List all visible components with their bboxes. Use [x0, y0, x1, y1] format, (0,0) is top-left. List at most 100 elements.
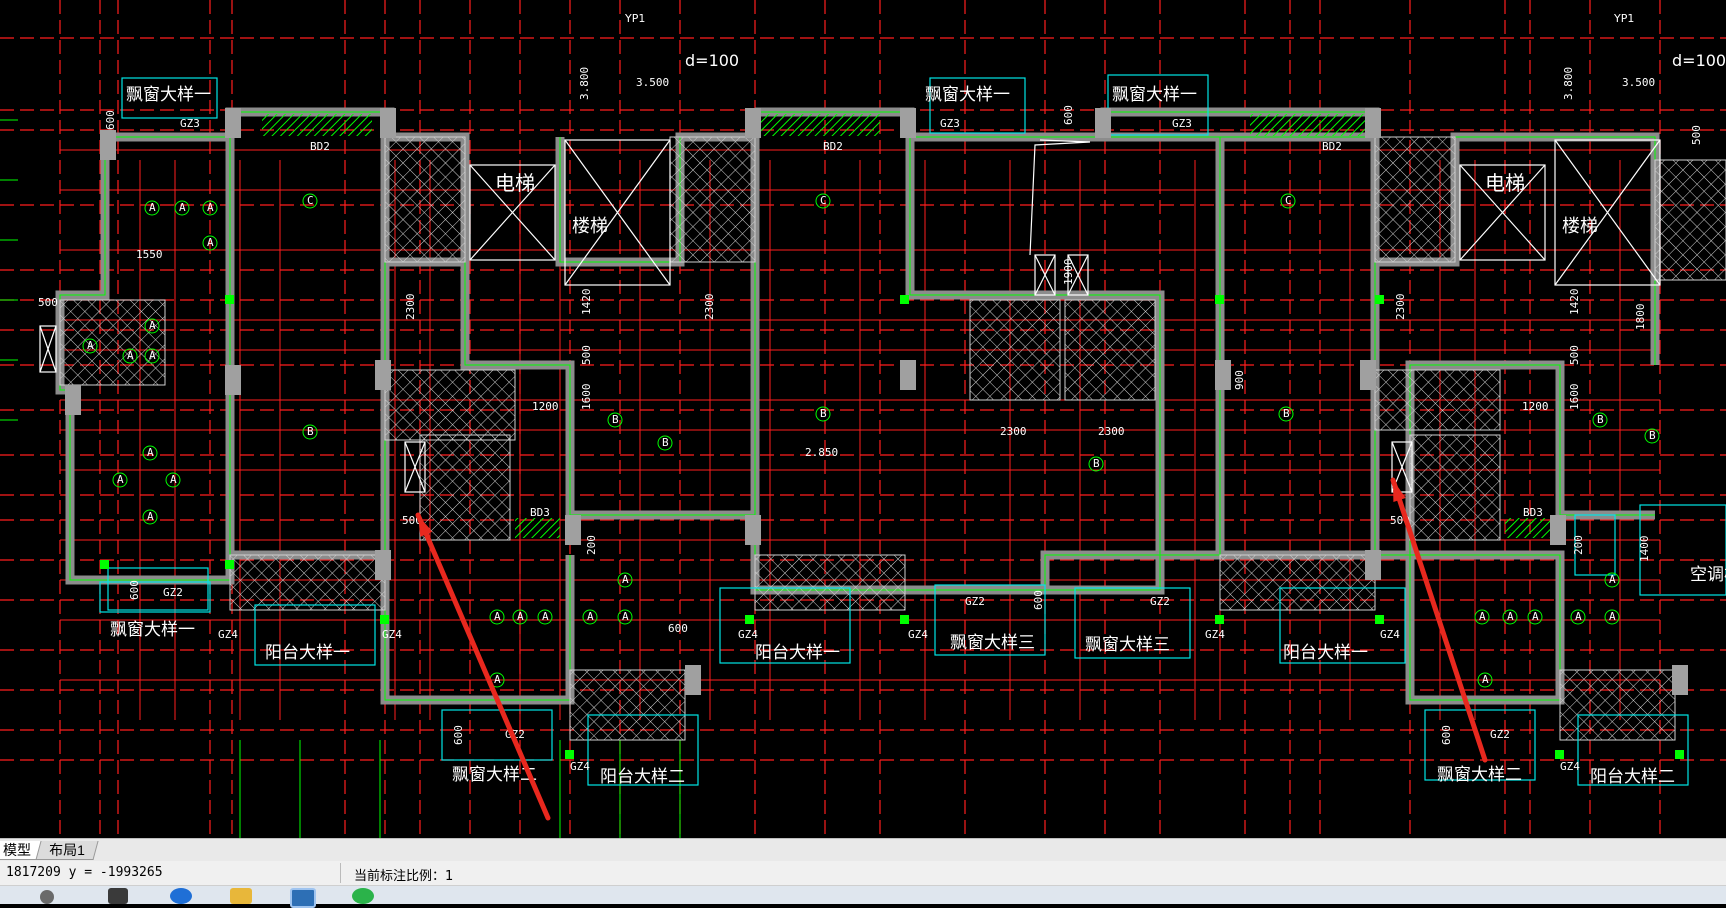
- axis-bubble-label: A: [1609, 573, 1616, 586]
- dimension-text: 600: [668, 622, 688, 635]
- dimension-text: 1420: [1568, 289, 1581, 316]
- member-tag: BD2: [310, 140, 330, 153]
- axis-bubble-label: C: [1285, 194, 1292, 207]
- status-divider: [340, 863, 341, 883]
- ac-panel-label: 空调板: [1690, 565, 1726, 585]
- tab-layout1[interactable]: 布局1: [35, 841, 99, 860]
- bay-window-2-label: 飘窗大样二: [1437, 765, 1522, 785]
- axis-bubble-label: A: [149, 319, 156, 332]
- floor-plan-drawing[interactable]: 飘窗大样一飘窗大样一阳台大样一飘窗大样二 阳台大样二阳台大样一飘窗大样一飘窗大样三…: [0, 0, 1726, 838]
- detail-box: [1107, 74, 1209, 136]
- axis-bubble-label: A: [149, 349, 156, 362]
- member-tag: GZ2: [163, 586, 183, 599]
- dimension-text: 1800: [1634, 304, 1647, 331]
- axis-bubble-label: A: [542, 610, 549, 623]
- member-tag: GZ2: [1490, 728, 1510, 741]
- elevator-label: 电梯: [1485, 171, 1525, 195]
- member-tag: GZ2: [965, 595, 985, 608]
- folder-icon[interactable]: [230, 888, 252, 904]
- hatched-area: [1374, 136, 1456, 263]
- bay-window-1-label: 飘窗大样一: [1112, 85, 1197, 105]
- hatched-area: [419, 434, 511, 541]
- dimension-text: 2300: [1098, 425, 1125, 438]
- dimension-text: 500: [1568, 345, 1581, 365]
- green-hatch: [262, 114, 372, 136]
- hatched-area: [754, 554, 906, 611]
- axis-bubble-label: A: [127, 349, 134, 362]
- axis-bubble-label: A: [87, 339, 94, 352]
- member-tag: GZ3: [940, 117, 960, 130]
- bay-window-3-label: 飘窗大样三: [1085, 635, 1170, 655]
- dimension-text: 3.500: [636, 76, 669, 89]
- axis-bubble-label: A: [494, 610, 501, 623]
- dimension-text: 2300: [1394, 294, 1407, 321]
- tab-layout1-label: 布局1: [49, 842, 85, 858]
- axis-bubble-label: A: [207, 201, 214, 214]
- dimension-text: 1600: [580, 384, 593, 411]
- axis-bubble-label: A: [587, 610, 594, 623]
- windows-taskbar: [0, 886, 1726, 908]
- status-bar: 1817209 y = -1993265 当前标注比例：1: [0, 861, 1726, 886]
- green-hatch: [755, 114, 880, 136]
- dimension-text: 2300: [404, 294, 417, 321]
- door-swing: [1029, 139, 1091, 256]
- balcony-1-label: 阳台大样一: [265, 643, 350, 663]
- constructional-column: [1215, 295, 1224, 304]
- cad-app-icon[interactable]: [290, 888, 316, 908]
- constructional-column: [1215, 615, 1224, 624]
- green-hatch: [1505, 518, 1550, 538]
- dimension-text: 1550: [136, 248, 163, 261]
- structural-column: [565, 515, 581, 545]
- hatched-area: [1409, 434, 1501, 541]
- member-tag: GZ4: [738, 628, 758, 641]
- search-icon[interactable]: [40, 890, 54, 904]
- member-tag: GZ4: [1560, 760, 1580, 773]
- member-tag: GZ4: [1380, 628, 1400, 641]
- browser-icon[interactable]: [170, 888, 192, 904]
- structural-column: [1095, 108, 1111, 138]
- dimension-text: 3.500: [1622, 76, 1655, 89]
- d100-label: d=100: [1672, 51, 1726, 70]
- axis-bubble-label: A: [494, 673, 501, 686]
- axis-bubble-label: B: [1649, 429, 1656, 442]
- structural-column: [1360, 360, 1376, 390]
- axis-bubble-label: A: [149, 201, 156, 214]
- member-tag: GZ4: [1205, 628, 1225, 641]
- dimension-text: 500: [1690, 125, 1703, 145]
- task-view-icon[interactable]: [108, 888, 128, 904]
- yp1-label: YP1: [624, 12, 645, 25]
- axis-bubble-label: B: [662, 436, 669, 449]
- bay-window-1-label: 飘窗大样一: [925, 85, 1010, 105]
- stair-label: 楼梯: [572, 216, 608, 237]
- hatched-area: [1219, 554, 1376, 611]
- dimension-text: 1400: [1638, 536, 1651, 563]
- structural-column: [65, 385, 81, 415]
- cad-drawing-area[interactable]: 飘窗大样一 飘窗大样一 阳台大样一 飘窗大样二 阳台大样二 阳台大样一 飘窗大样一 飘窗大样三…: [0, 0, 1726, 838]
- axis-bubble-label: A: [207, 236, 214, 249]
- bay-window-1-label: 飘窗大样一: [126, 85, 211, 105]
- axis-bubble-label: B: [612, 413, 619, 426]
- structural-column: [380, 108, 396, 138]
- detail-box: [99, 581, 211, 613]
- dimension-text: 1600: [1568, 384, 1581, 411]
- hatched-area: [384, 369, 516, 441]
- elevator-label: 电梯: [495, 171, 535, 195]
- axis-bubble-label: A: [1482, 673, 1489, 686]
- axis-bubble-label: A: [1479, 610, 1486, 623]
- axis-bubble-label: B: [1597, 413, 1604, 426]
- axis-bubble-label: A: [1507, 610, 1514, 623]
- d100-label: d=100: [685, 51, 739, 70]
- dimension-text: 600: [104, 110, 117, 130]
- constructional-column: [900, 295, 909, 304]
- chat-app-icon[interactable]: [352, 888, 374, 904]
- dimension-text: 600: [1062, 105, 1075, 125]
- dimension-text: 500: [580, 345, 593, 365]
- dimension-text: 2300: [703, 294, 716, 321]
- constructional-column: [1555, 750, 1564, 759]
- member-tag: GZ4: [218, 628, 238, 641]
- hatched-area: [59, 299, 166, 386]
- hatched-area: [969, 299, 1061, 401]
- hatched-area: [1654, 159, 1726, 281]
- constructional-column: [1375, 615, 1384, 624]
- structural-column: [225, 365, 241, 395]
